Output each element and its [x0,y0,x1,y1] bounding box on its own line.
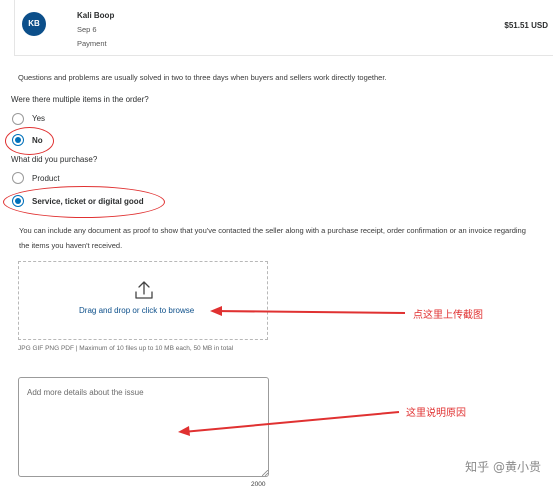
watermark: 知乎 @黄小贵 [465,460,541,474]
arrow-to-upload [210,306,406,316]
arrow-to-details [178,411,400,436]
annotation-details-note: 这里说明原因 [406,408,466,419]
annotation-arrows [178,306,406,436]
annotation-upload-note: 点这里上传截图 [413,310,483,321]
